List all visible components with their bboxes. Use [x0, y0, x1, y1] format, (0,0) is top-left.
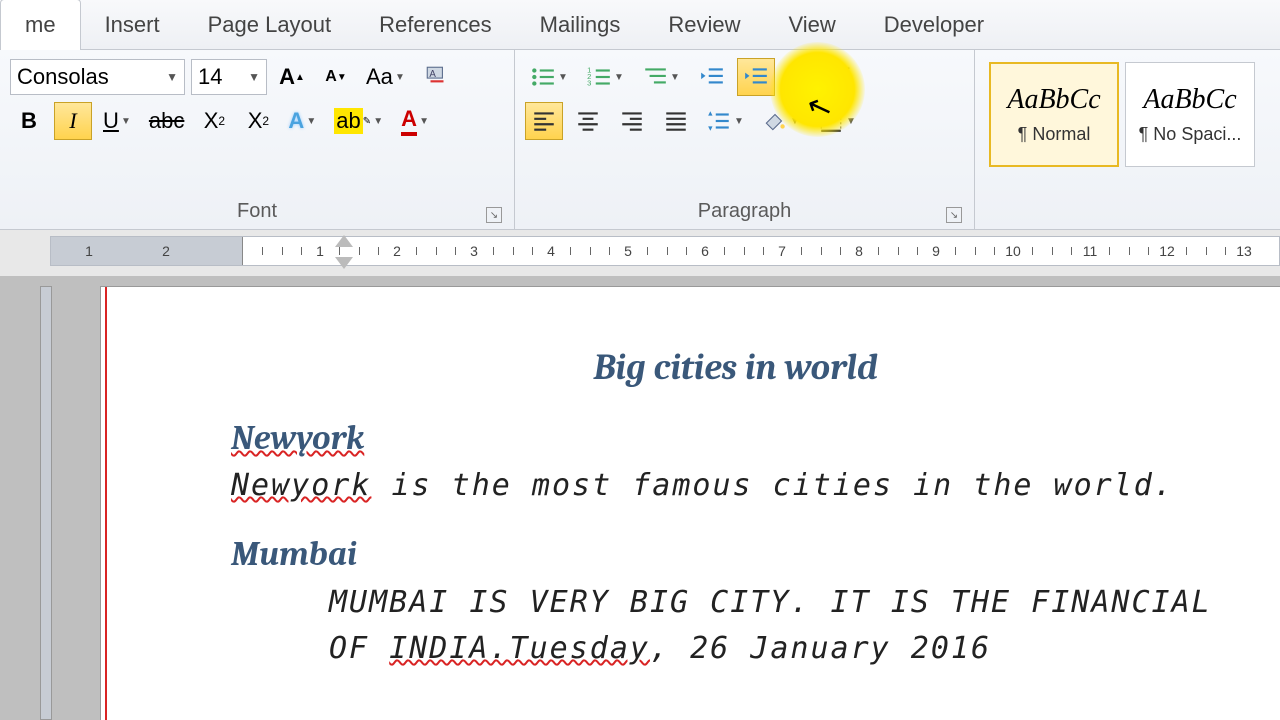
highlight-button[interactable]: ab✎▼ [329, 102, 390, 140]
bullets-icon [530, 64, 556, 90]
justify-icon [663, 108, 689, 134]
tab-view[interactable]: View [765, 0, 860, 50]
text-effects-button[interactable]: A▼ [283, 102, 323, 140]
doc-title: Big cities in world [231, 347, 1240, 388]
tab-page-layout[interactable]: Page Layout [184, 0, 356, 50]
tab-home[interactable]: me [0, 0, 81, 50]
paragraph-dialog-launcher[interactable]: ↘ [946, 207, 962, 223]
tab-review[interactable]: Review [644, 0, 764, 50]
tab-references[interactable]: References [355, 0, 516, 50]
numbering-button[interactable]: 123 ▼ [581, 58, 631, 96]
paragraph-group-label: Paragraph ↘ [525, 196, 964, 225]
svg-text:A: A [429, 69, 436, 80]
margin-guide [105, 287, 107, 720]
strikethrough-button[interactable]: abc [144, 102, 189, 140]
align-right-button[interactable] [613, 102, 651, 140]
tab-insert[interactable]: Insert [81, 0, 184, 50]
style-preview: AaBbCc [1007, 84, 1100, 116]
italic-button[interactable]: I [54, 102, 92, 140]
increase-indent-button[interactable] [737, 58, 775, 96]
align-left-icon [531, 108, 557, 134]
line-spacing-icon [706, 108, 732, 134]
hanging-indent-marker[interactable] [335, 257, 353, 269]
align-center-icon [575, 108, 601, 134]
style-name-label: ¶ No Spaci... [1139, 124, 1242, 145]
tab-mailings[interactable]: Mailings [516, 0, 645, 50]
dropdown-icon: ▼ [166, 70, 178, 84]
horizontal-ruler[interactable]: 2112345678910111213 [0, 230, 1280, 276]
borders-icon [818, 108, 844, 134]
heading-newyork: Newyork [231, 418, 1240, 458]
vertical-ruler[interactable] [40, 286, 52, 720]
font-group-label: Font ↘ [10, 196, 504, 225]
first-line-indent-marker[interactable] [335, 235, 353, 247]
svg-text:3: 3 [587, 79, 591, 88]
underline-button[interactable]: U▼ [98, 102, 138, 140]
subscript-button[interactable]: X2 [195, 102, 233, 140]
ribbon: Consolas ▼ 14 ▼ A▲ A▼ Aa▼ A B I U▼ abc [0, 50, 1280, 230]
superscript-button[interactable]: X2 [239, 102, 277, 140]
show-hide-button[interactable]: ¶ [825, 58, 863, 96]
outdent-icon [699, 64, 725, 90]
ribbon-tabs: me Insert Page Layout References Mailing… [0, 0, 1280, 50]
font-name-value: Consolas [17, 64, 109, 90]
font-color-button[interactable]: A▼ [396, 102, 436, 140]
font-size-value: 14 [198, 64, 222, 90]
style-name-label: ¶ Normal [1018, 124, 1091, 145]
document-area: Big cities in world Newyork Newyork is t… [0, 276, 1280, 720]
paragraph-mumbai: MUMBAI IS VERY BIG CITY. IT IS THE FINAN… [231, 580, 1240, 673]
paint-bucket-icon [762, 108, 788, 134]
font-name-combo[interactable]: Consolas ▼ [10, 59, 185, 95]
sort-button[interactable]: AZ↓ [781, 58, 819, 96]
multilevel-icon [642, 64, 668, 90]
decrease-indent-button[interactable] [693, 58, 731, 96]
multilevel-list-button[interactable]: ▼ [637, 58, 687, 96]
dropdown-icon: ▼ [248, 70, 260, 84]
bold-button[interactable]: B [10, 102, 48, 140]
style-no-spacing[interactable]: AaBbCc ¶ No Spaci... [1125, 62, 1255, 167]
font-size-combo[interactable]: 14 ▼ [191, 59, 267, 95]
style-normal[interactable]: AaBbCc ¶ Normal [989, 62, 1119, 167]
align-right-icon [619, 108, 645, 134]
bullets-button[interactable]: ▼ [525, 58, 575, 96]
shrink-font-button[interactable]: A▼ [317, 58, 355, 96]
font-dialog-launcher[interactable]: ↘ [486, 207, 502, 223]
justify-button[interactable] [657, 102, 695, 140]
style-preview: AaBbCc [1143, 84, 1236, 116]
align-left-button[interactable] [525, 102, 563, 140]
page[interactable]: Big cities in world Newyork Newyork is t… [100, 286, 1280, 720]
change-case-button[interactable]: Aa▼ [361, 58, 412, 96]
clear-formatting-button[interactable]: A [418, 58, 456, 96]
tab-developer[interactable]: Developer [860, 0, 1008, 50]
eraser-icon: A [424, 64, 450, 90]
heading-mumbai: Mumbai [231, 534, 1240, 574]
align-center-button[interactable] [569, 102, 607, 140]
numbering-icon: 123 [586, 64, 612, 90]
grow-font-button[interactable]: A▲ [273, 58, 311, 96]
line-spacing-button[interactable]: ▼ [701, 102, 751, 140]
indent-icon [743, 64, 769, 90]
borders-button[interactable]: ▼ [813, 102, 863, 140]
paragraph-newyork: Newyork is the most famous cities in the… [231, 464, 1240, 508]
shading-button[interactable]: ▼ [757, 102, 807, 140]
